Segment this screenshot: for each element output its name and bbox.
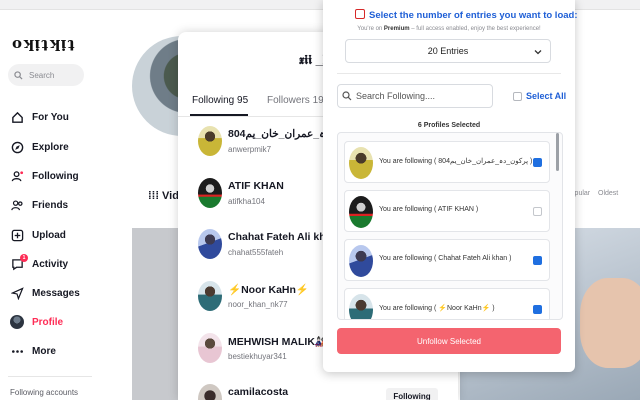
nav-label: Friends	[32, 199, 69, 211]
user-avatar	[198, 229, 222, 259]
profile-card-text: You are following ( Chahat Fateh Ali kha…	[379, 255, 512, 262]
checkbox-icon	[513, 91, 522, 101]
search-placeholder: Search Following....	[356, 91, 436, 101]
sidebar-search[interactable]: Search	[8, 64, 84, 86]
video-thumbnail[interactable]	[132, 228, 182, 400]
following-accounts-heading: Following accounts	[10, 388, 79, 397]
following-button[interactable]: Following	[386, 388, 438, 400]
app-logo[interactable]: oʞᴉʇʞᴉʇ	[12, 34, 76, 52]
user-avatar	[198, 333, 222, 363]
user-avatar	[349, 147, 373, 179]
user-handle: anwerpmik7	[228, 145, 272, 154]
left-sidebar: oʞᴉʇʞᴉʇ Search For You Explore Following…	[0, 10, 100, 400]
profile-card-text: You are following ( پرکون_دہ_عمران_خان_ی…	[379, 158, 533, 165]
profile-card-text: You are following ( ⚡Noor KaHn⚡ )	[379, 305, 495, 312]
checkbox-icon	[355, 9, 365, 19]
profile-checkbox[interactable]	[533, 207, 542, 216]
upload-icon	[10, 228, 24, 242]
extension-title: Select the number of entries you want to…	[369, 10, 578, 21]
profile-card-text: You are following ( ATIF KHAN )	[379, 206, 479, 213]
profile-checkbox[interactable]	[533, 305, 542, 314]
nav-friends[interactable]: Friends	[10, 196, 68, 214]
entries-select-value: 20 Entries	[427, 46, 469, 56]
profile-checkbox[interactable]	[533, 158, 542, 167]
user-avatar	[198, 178, 222, 208]
nav-label: Activity	[32, 258, 69, 270]
profiles-list[interactable]: You are following ( پرکون_دہ_عمران_خان_ی…	[337, 132, 563, 320]
section-divider	[337, 73, 561, 74]
nav-label: Upload	[32, 229, 66, 241]
user-handle: chahat555fateh	[228, 248, 284, 257]
user-avatar	[349, 294, 373, 319]
user-name: ATIF KHAN	[228, 180, 284, 192]
profile-card[interactable]: You are following ( ⚡Noor KaHn⚡ )	[344, 288, 550, 319]
user-avatar	[349, 245, 373, 277]
nav-label: Following	[32, 170, 79, 182]
search-icon	[14, 70, 23, 80]
nav-label: Messages	[32, 287, 80, 299]
search-following-input[interactable]: Search Following....	[337, 84, 493, 108]
grid-icon: ⁞⁞⁞	[148, 190, 163, 202]
nav-more[interactable]: More	[10, 342, 56, 360]
select-all-label: Select All	[526, 91, 567, 101]
user-avatar	[349, 196, 373, 228]
select-all-checkbox[interactable]: Select All	[513, 91, 566, 101]
sort-oldest[interactable]: Oldest	[598, 190, 618, 197]
more-icon	[10, 344, 24, 358]
following-icon	[10, 169, 24, 183]
nav-following[interactable]: Following	[10, 167, 79, 185]
profile-card[interactable]: You are following ( ATIF KHAN )	[344, 190, 550, 232]
user-name: Chahat Fateh Ali khan	[228, 231, 338, 243]
user-handle: noor_khan_nk77	[228, 300, 288, 309]
nav-for-you[interactable]: For You	[10, 108, 69, 126]
activity-badge: 1	[20, 254, 28, 262]
user-avatar	[198, 384, 222, 400]
sidebar-divider	[8, 376, 92, 377]
nav-upload[interactable]: Upload	[10, 226, 66, 244]
nav-profile[interactable]: Profile	[10, 313, 63, 331]
unfollow-extension-panel: Select the number of entries you want to…	[323, 0, 578, 372]
nav-label: More	[32, 345, 56, 357]
search-placeholder: Search	[29, 70, 55, 80]
tab-followers[interactable]: Followers 19	[267, 95, 324, 106]
profile-checkbox[interactable]	[533, 256, 542, 265]
nav-messages[interactable]: Messages	[10, 284, 80, 302]
tab-following[interactable]: Following 95	[192, 95, 248, 106]
user-name: ⚡Noor KaHn⚡	[228, 284, 309, 296]
compass-icon	[10, 140, 24, 154]
nav-label: Explore	[32, 141, 69, 153]
user-handle: atifkha104	[228, 197, 265, 206]
user-name: camilacosta	[228, 386, 289, 398]
user-avatar	[198, 281, 222, 311]
profile-card[interactable]: You are following ( پرکون_دہ_عمران_خان_ی…	[344, 141, 550, 183]
entries-select[interactable]: 20 Entries	[345, 39, 551, 63]
selected-count: 6 Profiles Selected	[417, 122, 481, 129]
nav-label: Profile	[32, 316, 64, 328]
search-icon	[342, 91, 352, 101]
nav-activity[interactable]: 1 Activity	[10, 254, 69, 273]
nav-explore[interactable]: Explore	[10, 138, 69, 156]
unfollow-selected-button[interactable]: Unfollow Selected	[337, 328, 561, 354]
profile-card[interactable]: You are following ( Chahat Fateh Ali kha…	[344, 239, 550, 281]
messages-icon	[10, 286, 24, 300]
friends-icon	[10, 198, 24, 212]
profile-avatar	[10, 315, 24, 329]
plan-subtitle: You're on Premium – full access enabled,…	[357, 26, 541, 32]
activity-icon: 1	[10, 254, 28, 271]
user-avatar	[198, 126, 222, 156]
list-scrollbar[interactable]	[556, 133, 559, 171]
user-handle: bestiekhuyar341	[228, 352, 287, 361]
chevron-down-icon	[534, 50, 542, 55]
home-icon	[10, 110, 24, 124]
nav-label: For You	[32, 111, 69, 123]
